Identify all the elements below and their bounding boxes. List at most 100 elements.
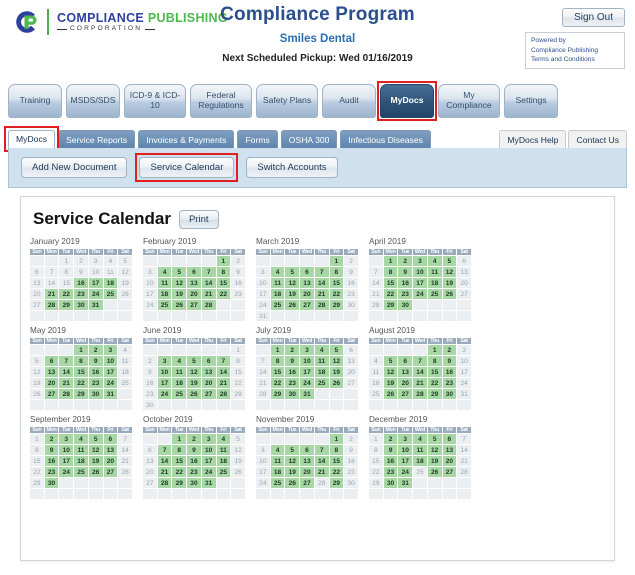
calendar-service-day[interactable]: 28 (215, 388, 232, 400)
calendar-service-day[interactable]: 1 (171, 433, 188, 445)
calendar-day[interactable]: 13 (456, 266, 472, 278)
calendar-service-day[interactable]: 11 (156, 277, 173, 289)
calendar-service-day[interactable]: 24 (156, 388, 173, 400)
calendar-service-day[interactable]: 8 (382, 266, 399, 278)
calendar-day[interactable]: 20 (29, 288, 45, 300)
calendar-day[interactable]: 1 (368, 433, 384, 445)
calendar-service-day[interactable]: 12 (284, 277, 301, 289)
calendar-day[interactable]: 24 (456, 377, 472, 389)
calendar-service-day[interactable]: 20 (43, 377, 60, 389)
calendar-service-day[interactable]: 12 (426, 444, 443, 456)
calendar-service-day[interactable]: 13 (200, 366, 217, 378)
calendar-service-day[interactable]: 21 (313, 466, 330, 478)
calendar-service-day[interactable]: 14 (58, 366, 75, 378)
calendar-day[interactable]: 7 (368, 266, 384, 278)
calendar-service-day[interactable]: 26 (186, 388, 202, 400)
calendar-day[interactable]: 2 (343, 433, 359, 445)
calendar-service-day[interactable]: 29 (328, 299, 345, 311)
calendar-service-day[interactable]: 21 (58, 377, 75, 389)
calendar-day[interactable]: 21 (368, 288, 384, 300)
calendar-service-day[interactable]: 1 (215, 255, 232, 267)
calendar-day[interactable]: 23 (230, 288, 246, 300)
calendar-day[interactable]: 6 (343, 344, 359, 356)
calendar-day[interactable]: 30 (142, 399, 158, 411)
calendar-service-day[interactable]: 20 (102, 455, 119, 467)
calendar-day[interactable]: 5 (29, 355, 45, 367)
calendar-service-day[interactable]: 5 (284, 266, 301, 278)
calendar-service-day[interactable]: 22 (73, 377, 89, 389)
service-calendar-button[interactable]: Service Calendar (139, 157, 235, 178)
calendar-service-day[interactable]: 24 (102, 377, 119, 389)
calendar-service-day[interactable]: 25 (269, 477, 286, 489)
calendar-service-day[interactable]: 28 (43, 299, 60, 311)
calendar-service-day[interactable]: 3 (299, 344, 315, 356)
calendar-service-day[interactable]: 22 (58, 288, 75, 300)
calendar-service-day[interactable]: 30 (73, 299, 89, 311)
calendar-service-day[interactable]: 19 (328, 366, 345, 378)
calendar-day[interactable]: 8 (29, 444, 45, 456)
calendar-service-day[interactable]: 25 (426, 288, 443, 300)
calendar-service-day[interactable]: 25 (73, 466, 89, 478)
calendar-service-day[interactable]: 19 (426, 455, 443, 467)
calendar-service-day[interactable]: 22 (328, 288, 345, 300)
calendar-service-day[interactable]: 18 (269, 288, 286, 300)
calendar-day[interactable]: 6 (142, 444, 158, 456)
calendar-service-day[interactable]: 15 (382, 277, 399, 289)
calendar-day[interactable]: 28 (456, 466, 472, 478)
calendar-service-day[interactable]: 25 (102, 288, 119, 300)
calendar-service-day[interactable]: 20 (200, 377, 217, 389)
calendar-day[interactable]: 16 (230, 277, 246, 289)
calendar-service-day[interactable]: 10 (102, 355, 119, 367)
calendar-day[interactable]: 20 (456, 277, 472, 289)
calendar-service-day[interactable]: 1 (426, 344, 443, 356)
primary-tab-training[interactable]: Training (8, 84, 62, 118)
calendar-day[interactable]: 10 (87, 266, 104, 278)
primary-tab-mydocs[interactable]: MyDocs (380, 84, 434, 118)
calendar-service-day[interactable]: 11 (215, 444, 232, 456)
calendar-service-day[interactable]: 16 (382, 455, 399, 467)
calendar-service-day[interactable]: 3 (397, 433, 414, 445)
calendar-service-day[interactable]: 15 (426, 366, 443, 378)
calendar-service-day[interactable]: 18 (412, 455, 428, 467)
calendar-service-day[interactable]: 13 (397, 366, 414, 378)
calendar-day[interactable]: 27 (29, 299, 45, 311)
calendar-service-day[interactable]: 27 (200, 388, 217, 400)
calendar-day[interactable]: 30 (343, 477, 359, 489)
calendar-day[interactable]: 7 (456, 433, 472, 445)
calendar-service-day[interactable]: 1 (73, 344, 89, 356)
calendar-day[interactable]: 5 (230, 433, 246, 445)
calendar-service-day[interactable]: 31 (200, 477, 217, 489)
calendar-day[interactable]: 28 (313, 477, 330, 489)
calendar-service-day[interactable]: 23 (397, 288, 414, 300)
calendar-service-day[interactable]: 16 (87, 366, 104, 378)
calendar-day[interactable]: 14 (456, 444, 472, 456)
calendar-day[interactable]: 20 (343, 366, 359, 378)
primary-tab-safety-plans[interactable]: Safety Plans (256, 84, 318, 118)
calendar-service-day[interactable]: 31 (87, 299, 104, 311)
calendar-service-day[interactable]: 18 (102, 277, 119, 289)
calendar-service-day[interactable]: 2 (441, 344, 458, 356)
calendar-service-day[interactable]: 12 (87, 444, 104, 456)
calendar-service-day[interactable]: 3 (156, 355, 173, 367)
calendar-service-day[interactable]: 3 (200, 433, 217, 445)
calendar-service-day[interactable]: 8 (328, 266, 345, 278)
calendar-day[interactable]: 15 (29, 455, 45, 467)
calendar-service-day[interactable]: 13 (441, 444, 458, 456)
calendar-day[interactable]: 4 (117, 344, 133, 356)
calendar-day[interactable]: 21 (255, 377, 271, 389)
calendar-service-day[interactable]: 29 (269, 388, 286, 400)
calendar-service-day[interactable]: 25 (269, 299, 286, 311)
calendar-service-day[interactable]: 26 (284, 477, 301, 489)
calendar-day[interactable]: 28 (117, 466, 133, 478)
calendar-service-day[interactable]: 6 (299, 444, 315, 456)
calendar-service-day[interactable]: 2 (284, 344, 301, 356)
tab-mydocs-help[interactable]: MyDocs Help (499, 130, 567, 148)
calendar-service-day[interactable]: 7 (200, 266, 217, 278)
calendar-service-day[interactable]: 15 (269, 366, 286, 378)
secondary-tab-forms[interactable]: Forms (237, 130, 278, 148)
calendar-service-day[interactable]: 14 (156, 455, 173, 467)
calendar-service-day[interactable]: 16 (186, 455, 202, 467)
calendar-day[interactable]: 23 (142, 388, 158, 400)
calendar-day[interactable]: 2 (343, 255, 359, 267)
calendar-service-day[interactable]: 30 (87, 388, 104, 400)
